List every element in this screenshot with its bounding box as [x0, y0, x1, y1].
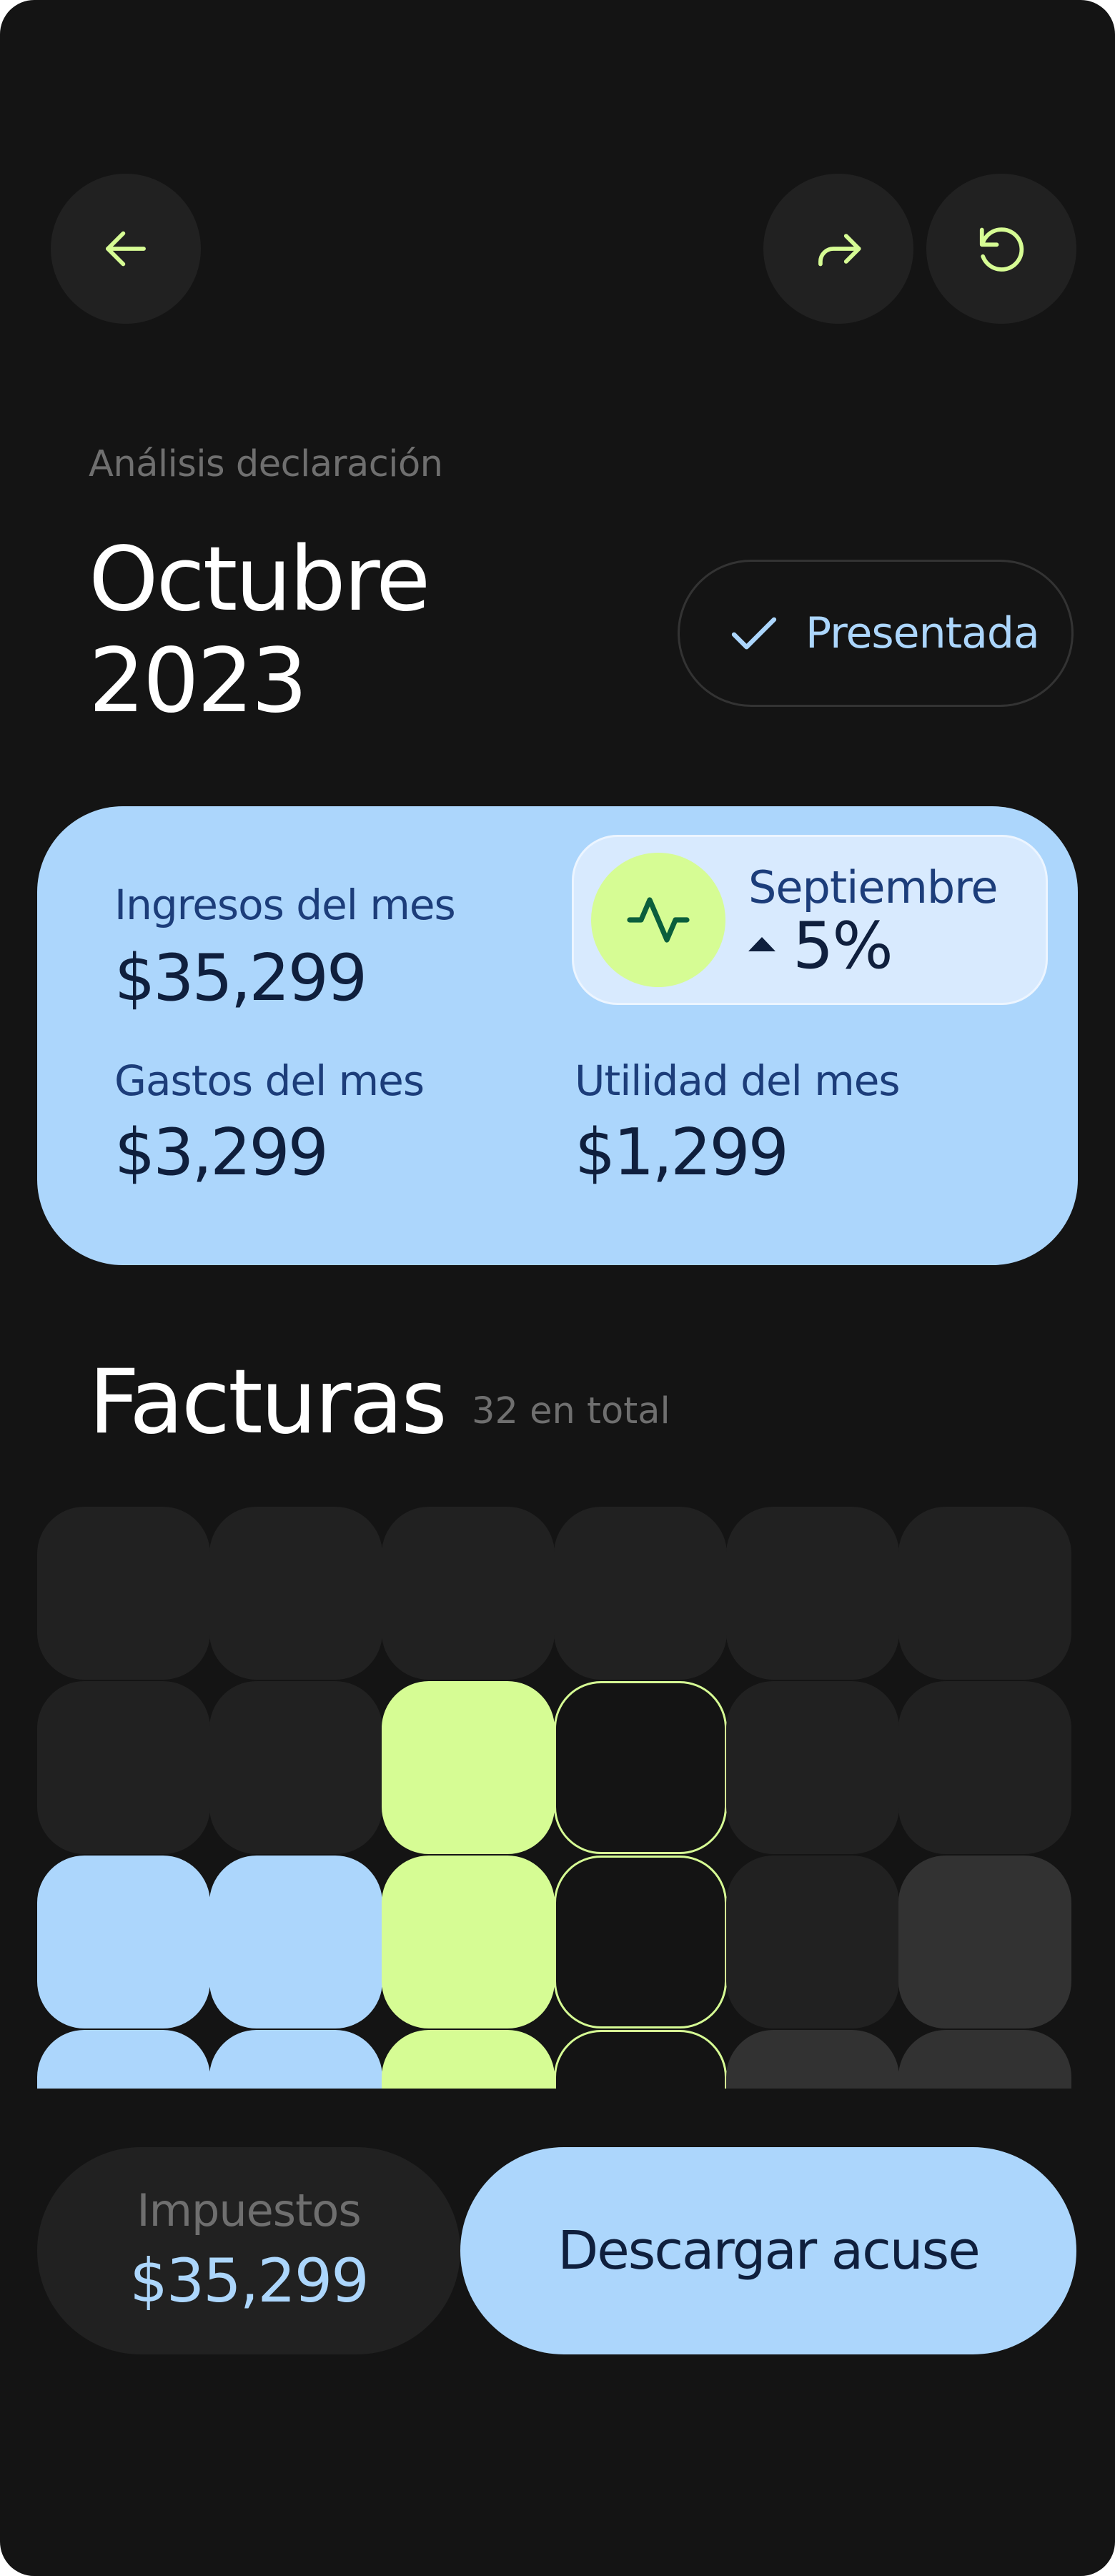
income-value: $35,299 [114, 941, 367, 1016]
comparison-value: 5% [793, 908, 893, 984]
refresh-icon [979, 227, 1024, 272]
invoice-tile[interactable] [37, 1507, 210, 1680]
download-receipt-button[interactable]: Descargar acuse [460, 2147, 1076, 2354]
expenses-value: $3,299 [114, 1115, 329, 1190]
refresh-button[interactable] [926, 174, 1076, 324]
invoice-tile[interactable] [554, 1681, 727, 1854]
invoice-tile[interactable] [898, 1681, 1071, 1854]
invoice-tile[interactable] [554, 1507, 727, 1680]
invoice-tile[interactable] [726, 1856, 899, 2028]
expenses-label: Gastos del mes [114, 1056, 425, 1105]
status-badge: Presentada [678, 560, 1074, 707]
invoice-tile[interactable] [209, 1856, 382, 2028]
invoice-tile[interactable] [898, 1507, 1071, 1680]
page-subtitle: Análisis declaración [89, 443, 443, 485]
status-label: Presentada [806, 608, 1040, 658]
invoice-tile[interactable] [554, 1856, 727, 2028]
invoice-tile[interactable] [898, 2030, 1071, 2089]
invoice-tile[interactable] [209, 1507, 382, 1680]
profit-value: $1,299 [575, 1115, 789, 1190]
activity-pulse-icon [627, 897, 690, 943]
tax-summary: Impuestos $35,299 [37, 2147, 460, 2354]
invoice-grid [37, 1507, 1078, 2089]
invoice-tile[interactable] [382, 2030, 555, 2089]
trend-up-icon [748, 937, 775, 951]
invoice-tile[interactable] [726, 1507, 899, 1680]
comparison-chip[interactable]: Septiembre 5% [572, 835, 1048, 1005]
invoices-title: Facturas [89, 1351, 447, 1454]
app-screen: Análisis declaración Octubre 2023 Presen… [0, 0, 1115, 2576]
invoices-count: 32 en total [472, 1390, 670, 1432]
tax-value: $35,299 [129, 2246, 369, 2316]
invoice-tile[interactable] [37, 2030, 210, 2089]
invoice-tile[interactable] [209, 1681, 382, 1854]
page-title-month: Octubre [89, 528, 430, 631]
invoice-tile[interactable] [726, 2030, 899, 2089]
tax-label: Impuestos [137, 2184, 361, 2236]
download-label: Descargar acuse [558, 2220, 980, 2282]
invoice-tile[interactable] [382, 1507, 555, 1680]
share-forward-icon [818, 234, 861, 267]
page-title: Octubre 2023 [89, 528, 430, 733]
profit-label: Utilidad del mes [575, 1056, 901, 1105]
page-title-year: 2023 [89, 630, 308, 733]
share-button[interactable] [763, 174, 913, 324]
invoice-tile[interactable] [382, 1856, 555, 2028]
invoice-tile[interactable] [37, 1856, 210, 2028]
invoice-tile[interactable] [209, 2030, 382, 2089]
arrow-left-icon [106, 231, 146, 267]
invoice-tile[interactable] [554, 2030, 727, 2089]
invoice-tile[interactable] [382, 1681, 555, 1854]
invoice-tile[interactable] [726, 1681, 899, 1854]
comparison-label: Septiembre [748, 861, 998, 913]
invoice-tile[interactable] [898, 1856, 1071, 2028]
invoice-tile[interactable] [37, 1681, 210, 1854]
comparison-icon-badge [591, 853, 725, 987]
check-icon [731, 617, 777, 650]
income-label: Ingresos del mes [114, 881, 456, 929]
back-button[interactable] [51, 174, 201, 324]
